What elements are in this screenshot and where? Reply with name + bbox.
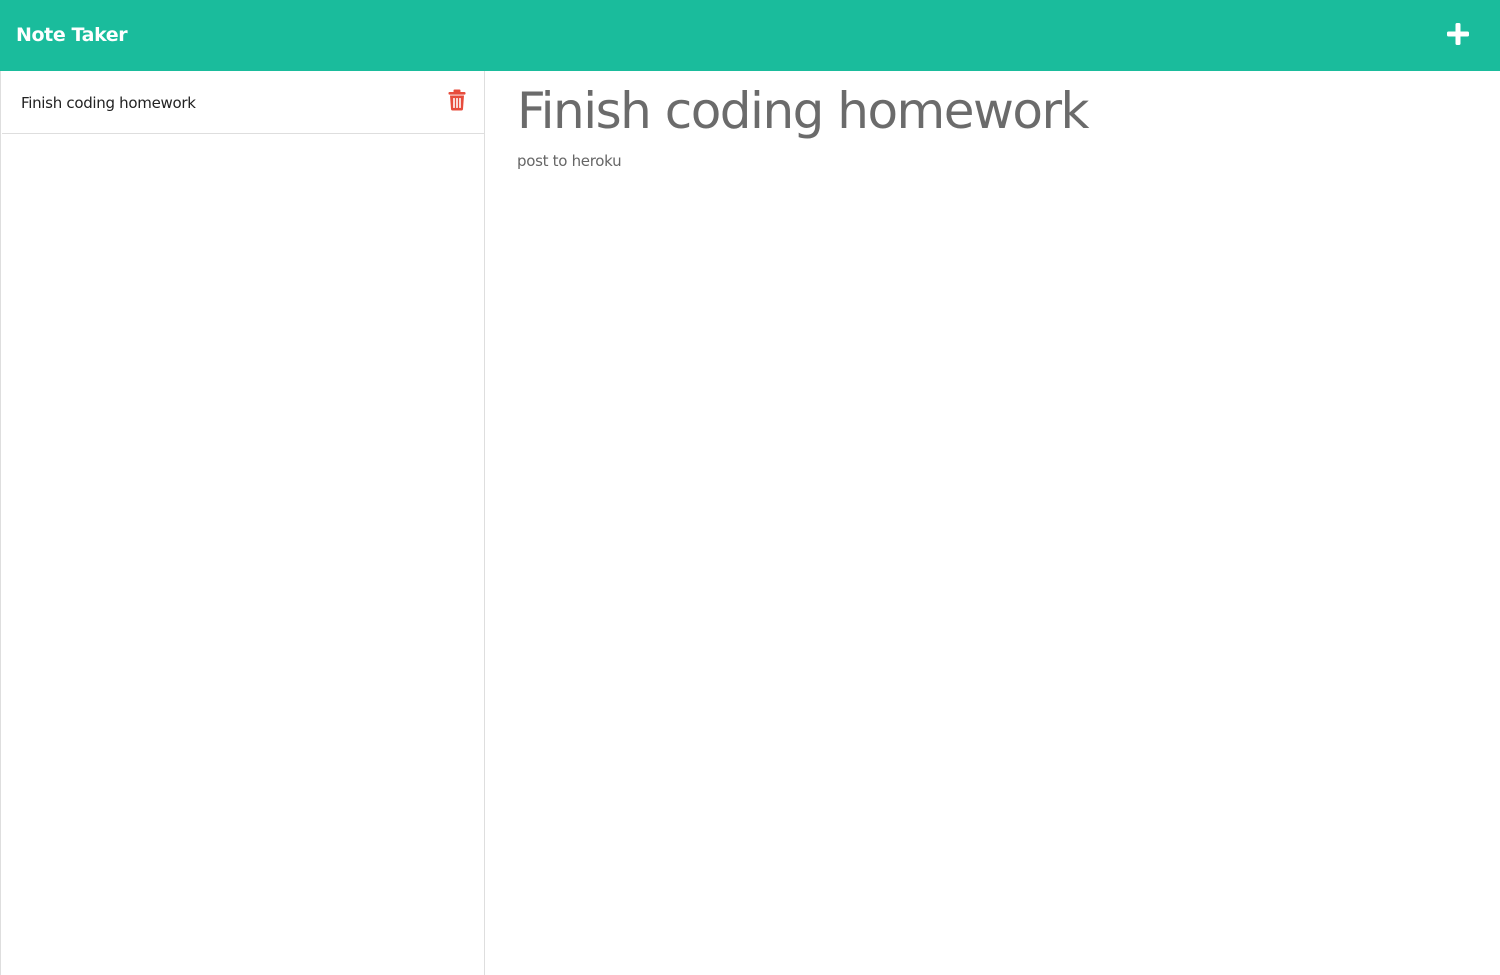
trash-icon [448, 89, 466, 111]
note-editor: Finish coding homework post to heroku [485, 71, 1500, 975]
note-list-item[interactable]: Finish coding homework [2, 71, 485, 134]
note-list: Finish coding homework [0, 71, 485, 975]
plus-icon [1447, 23, 1469, 45]
note-list-item-title: Finish coding homework [21, 94, 196, 112]
delete-note-button[interactable] [448, 89, 466, 111]
note-text-area[interactable]: post to heroku [517, 151, 622, 171]
navbar: Note Taker [0, 0, 1500, 71]
new-note-button[interactable] [1444, 20, 1472, 48]
brand-title[interactable]: Note Taker [16, 22, 128, 48]
note-title-input[interactable]: Finish coding homework [517, 81, 1090, 141]
